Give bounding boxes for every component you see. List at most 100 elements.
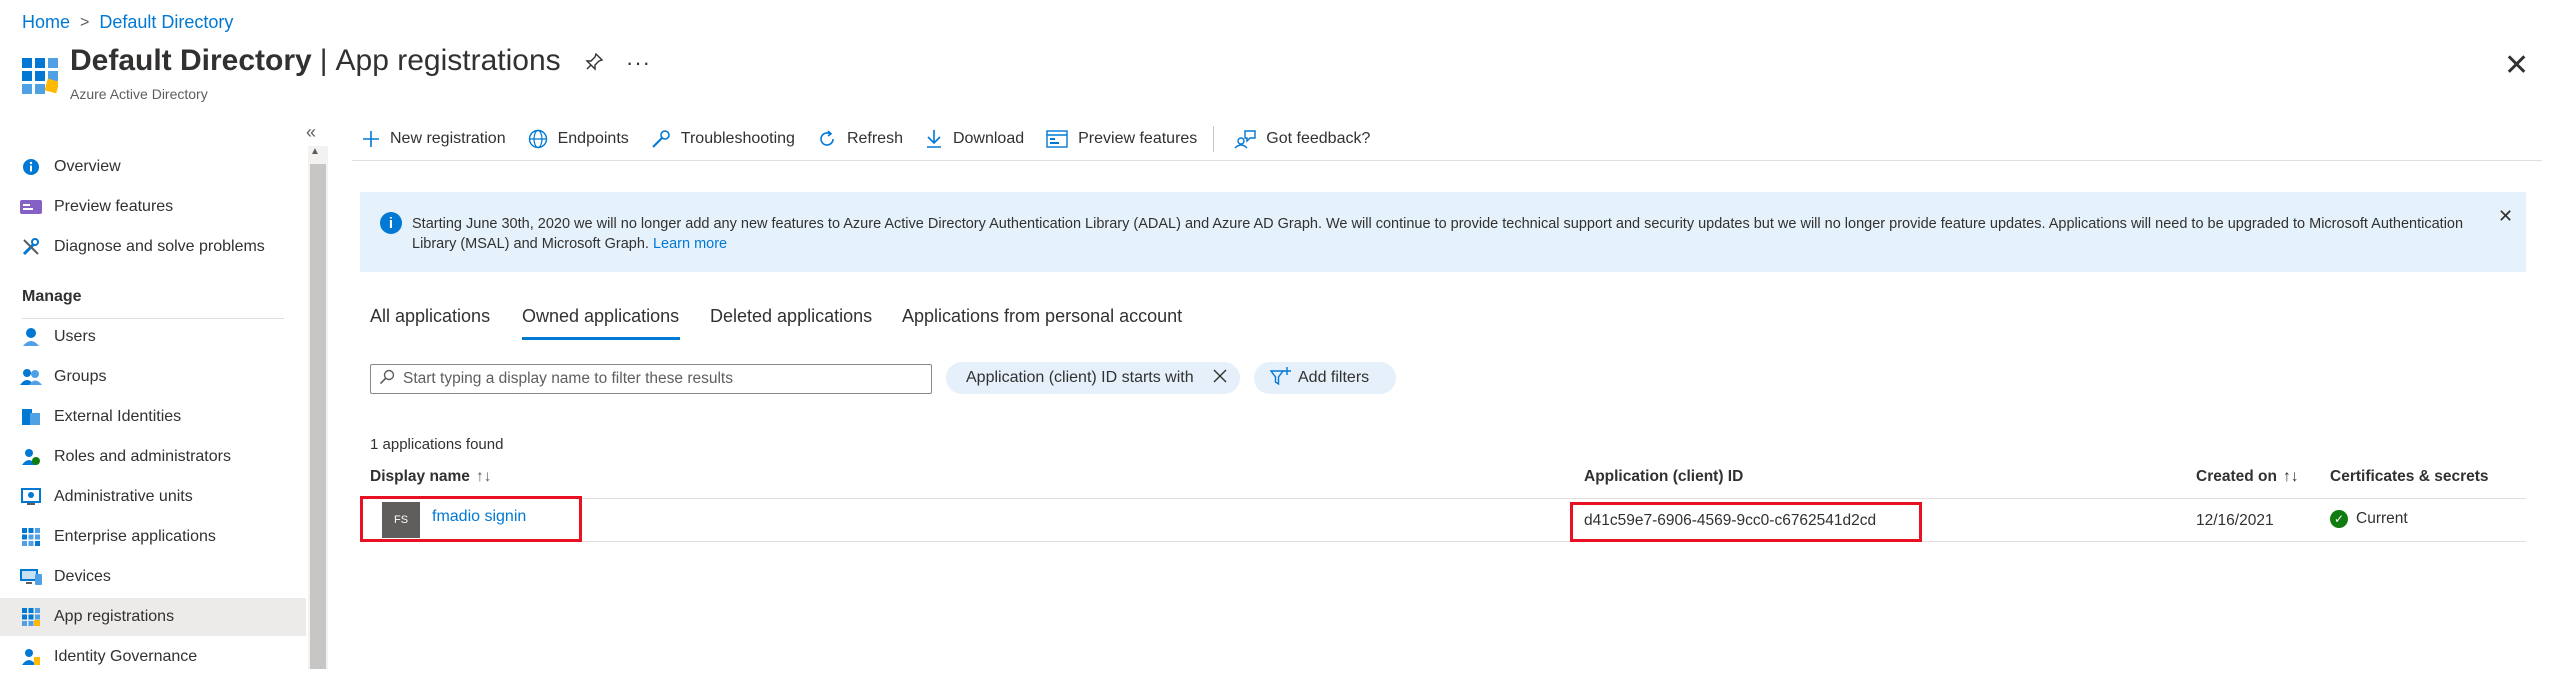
refresh-label: Refresh bbox=[846, 130, 903, 147]
sidebar-item-roles[interactable]: Roles and administrators bbox=[0, 438, 306, 476]
sidebar-item-label: Roles and administrators bbox=[54, 448, 231, 465]
enterprise-apps-icon bbox=[20, 526, 42, 548]
download-button[interactable]: Download bbox=[925, 129, 1024, 149]
sidebar-item-label: External Identities bbox=[54, 408, 182, 425]
external-identities-icon bbox=[20, 406, 42, 428]
breadcrumb-default-directory[interactable]: Default Directory bbox=[99, 12, 233, 33]
sidebar-item-label: Preview features bbox=[54, 198, 174, 215]
scroll-up-icon[interactable]: ▲ bbox=[310, 146, 320, 157]
column-header-label: Created on bbox=[2196, 468, 2277, 485]
groups-icon bbox=[20, 366, 42, 388]
feedback-icon bbox=[1234, 129, 1256, 149]
filter-pill-label: Application (client) ID starts with bbox=[966, 369, 1194, 386]
feedback-button[interactable]: Got feedback? bbox=[1234, 129, 1370, 149]
preview-icon bbox=[20, 196, 42, 218]
sidebar-item-label: Users bbox=[54, 328, 96, 345]
refresh-button[interactable]: Refresh bbox=[817, 129, 903, 149]
sort-icon[interactable]: ↑↓ bbox=[476, 468, 492, 485]
column-header-label: Certificates & secrets bbox=[2330, 468, 2489, 485]
feedback-label: Got feedback? bbox=[1266, 130, 1371, 147]
tab-all-applications[interactable]: All applications bbox=[370, 306, 490, 327]
sidebar-item-external-identities[interactable]: External Identities bbox=[0, 398, 306, 436]
sidebar-item-label: Groups bbox=[54, 368, 107, 385]
command-bar: New registration Endpoints Troubleshooti… bbox=[362, 126, 1392, 152]
close-icon[interactable]: ✕ bbox=[2504, 48, 2529, 83]
add-filters-button[interactable]: Add filters bbox=[1254, 362, 1396, 394]
breadcrumb-home[interactable]: Home bbox=[22, 12, 70, 33]
sidebar-item-label: App registrations bbox=[54, 608, 175, 625]
results-count: 1 applications found bbox=[370, 436, 504, 453]
tab-personal-account-applications[interactable]: Applications from personal account bbox=[902, 306, 1182, 327]
breadcrumb: Home > Default Directory bbox=[22, 12, 233, 33]
column-header-label: Display name bbox=[370, 468, 470, 485]
sidebar-section-manage: Manage bbox=[22, 288, 82, 305]
devices-icon bbox=[20, 566, 42, 588]
close-banner-icon[interactable]: ✕ bbox=[2498, 206, 2513, 227]
sidebar-item-diagnose[interactable]: Diagnose and solve problems bbox=[0, 228, 306, 266]
sidebar-item-label: Identity Governance bbox=[54, 648, 198, 665]
info-icon bbox=[20, 156, 42, 178]
user-icon bbox=[20, 326, 42, 348]
column-header-certificates: Certificates & secrets bbox=[2330, 468, 2489, 486]
search-box[interactable] bbox=[370, 364, 932, 394]
certificate-status-label: Current bbox=[2356, 510, 2408, 527]
sidebar-item-administrative-units[interactable]: Administrative units bbox=[0, 478, 306, 516]
toolbar-separator bbox=[352, 160, 2542, 161]
preview-features-button[interactable]: Preview features bbox=[1046, 130, 1197, 148]
collapse-sidebar-icon[interactable]: « bbox=[306, 122, 316, 143]
wrench-icon bbox=[20, 236, 42, 258]
column-header-created-on[interactable]: Created on ↑↓ bbox=[2196, 468, 2298, 486]
admin-units-icon bbox=[20, 486, 42, 508]
page-subtitle: Azure Active Directory bbox=[70, 86, 208, 102]
identity-governance-icon bbox=[20, 646, 42, 668]
sidebar-item-overview[interactable]: Overview bbox=[0, 148, 306, 186]
page-title-separator: | bbox=[319, 44, 328, 77]
column-header-client-id: Application (client) ID bbox=[1584, 468, 1743, 486]
new-registration-button[interactable]: New registration bbox=[362, 130, 506, 148]
sidebar-item-label: Enterprise applications bbox=[54, 528, 216, 545]
created-on-value: 12/16/2021 bbox=[2196, 512, 2274, 529]
tab-owned-applications[interactable]: Owned applications bbox=[522, 306, 679, 327]
learn-more-link[interactable]: Learn more bbox=[653, 236, 727, 252]
client-id-filter-pill[interactable]: Application (client) ID starts with bbox=[946, 362, 1240, 394]
banner-message: Starting June 30th, 2020 we will no long… bbox=[412, 214, 2472, 254]
check-circle-icon: ✓ bbox=[2330, 510, 2348, 528]
sidebar-item-enterprise-applications[interactable]: Enterprise applications bbox=[0, 518, 306, 556]
sidebar-item-groups[interactable]: Groups bbox=[0, 358, 306, 396]
plus-icon bbox=[362, 130, 380, 148]
page-title-directory: Default Directory bbox=[70, 44, 312, 77]
active-tab-indicator bbox=[522, 337, 680, 340]
sidebar-item-label: Overview bbox=[54, 158, 121, 175]
sort-icon[interactable]: ↑↓ bbox=[2283, 468, 2299, 485]
remove-filter-icon[interactable] bbox=[1212, 367, 1228, 390]
troubleshooting-label: Troubleshooting bbox=[680, 130, 795, 147]
tab-deleted-applications[interactable]: Deleted applications bbox=[710, 306, 872, 327]
sidebar-item-identity-governance[interactable]: Identity Governance bbox=[0, 638, 306, 676]
sidebar-item-preview-features[interactable]: Preview features bbox=[0, 188, 306, 226]
download-icon bbox=[925, 129, 943, 149]
sidebar-item-label: Devices bbox=[54, 568, 111, 585]
column-header-display-name[interactable]: Display name ↑↓ bbox=[370, 468, 491, 486]
endpoints-label: Endpoints bbox=[557, 130, 629, 147]
toolbar-divider bbox=[1213, 126, 1215, 152]
add-filters-label: Add filters bbox=[1298, 369, 1370, 386]
sidebar-item-devices[interactable]: Devices bbox=[0, 558, 306, 596]
pin-icon[interactable] bbox=[584, 52, 604, 78]
endpoints-button[interactable]: Endpoints bbox=[528, 129, 629, 149]
search-icon bbox=[379, 369, 395, 389]
roles-icon bbox=[20, 446, 42, 468]
sidebar-scrollbar-thumb[interactable] bbox=[310, 164, 326, 669]
add-filter-icon bbox=[1269, 366, 1292, 391]
info-icon: i bbox=[380, 212, 402, 234]
certificate-status: ✓ Current bbox=[2330, 510, 2408, 528]
more-options-icon[interactable]: ··· bbox=[626, 50, 651, 76]
search-input[interactable] bbox=[401, 369, 905, 389]
troubleshooting-button[interactable]: Troubleshooting bbox=[651, 129, 795, 149]
sidebar-item-users[interactable]: Users bbox=[0, 318, 306, 356]
column-header-label: Application (client) ID bbox=[1584, 468, 1744, 485]
sidebar-item-label: Administrative units bbox=[54, 488, 193, 505]
sidebar-item-label: Diagnose and solve problems bbox=[54, 238, 265, 255]
sidebar-item-app-registrations[interactable]: App registrations bbox=[0, 598, 306, 636]
page-title-section: App registrations bbox=[335, 44, 561, 77]
preview-features-label: Preview features bbox=[1078, 130, 1198, 147]
